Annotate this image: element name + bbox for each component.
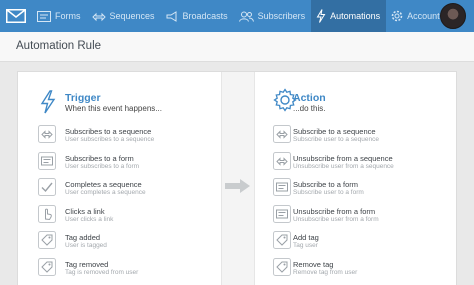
action-header: Action ...do this. bbox=[273, 72, 453, 118]
action-option-add-tag[interactable]: Add tag Tag user bbox=[273, 228, 453, 255]
option-title: Completes a sequence bbox=[65, 180, 142, 189]
trigger-option-subscribes-sequence[interactable]: Subscribes to a sequence User subscribes… bbox=[38, 122, 218, 149]
pointer-icon bbox=[38, 204, 56, 223]
subscribers-icon bbox=[238, 11, 254, 22]
page-title: Automation Rule bbox=[16, 40, 102, 52]
option-title: Tag removed bbox=[65, 259, 109, 269]
nav-automations[interactable]: Automations bbox=[311, 0, 387, 32]
avatar[interactable] bbox=[440, 3, 466, 29]
action-option-remove-tag[interactable]: Remove tag Remove tag from user bbox=[273, 255, 453, 282]
broadcasts-icon bbox=[166, 10, 177, 22]
option-title: Subscribe to a sequence bbox=[293, 127, 376, 136]
nav-account[interactable]: Account bbox=[386, 0, 446, 32]
tag-icon bbox=[273, 231, 291, 249]
action-option-subscribe-sequence[interactable]: Subscribe to a sequence Subscribe user t… bbox=[273, 122, 453, 149]
tag-icon bbox=[38, 257, 56, 276]
trigger-title: Trigger bbox=[65, 92, 101, 104]
action-option-unsubscribe-form[interactable]: Unsubscribe from a form Unsubscribe user… bbox=[273, 202, 453, 229]
action-title: Action bbox=[293, 92, 326, 104]
option-title: Unsubscribe from a sequence bbox=[293, 153, 393, 163]
action-option-unsubscribe-sequence[interactable]: Unsubscribe from a sequence Unsubscribe … bbox=[273, 149, 453, 176]
action-option-subscribe-form[interactable]: Subscribe to a form Subscribe user to a … bbox=[273, 175, 453, 202]
option-description: Tag is removed from user bbox=[65, 268, 139, 276]
form-icon bbox=[273, 204, 291, 223]
trigger-option-clicks-link[interactable]: Clicks a link User clicks a link bbox=[38, 202, 218, 229]
option-title: Remove tag bbox=[293, 259, 334, 269]
option-title: Add tag bbox=[293, 233, 319, 242]
nav-sequences-label: Sequences bbox=[109, 11, 155, 21]
top-nav: Forms Sequences Broadcasts Subscribers A… bbox=[0, 0, 474, 32]
option-description: Tag user bbox=[293, 242, 318, 249]
nav-broadcasts-label: Broadcasts bbox=[182, 11, 228, 21]
trigger-subtitle: When this event happens... bbox=[65, 104, 162, 113]
sequence-icon bbox=[273, 151, 291, 170]
nav-subscribers-label: Subscribers bbox=[257, 11, 306, 21]
nav-account-label: Account bbox=[407, 11, 440, 21]
right-arrow-icon bbox=[225, 179, 250, 193]
nav-forms[interactable]: Forms bbox=[32, 0, 87, 32]
trigger-header: Trigger When this event happens... bbox=[38, 72, 218, 118]
trigger-option-tag-removed[interactable]: Tag removed Tag is removed from user bbox=[38, 255, 218, 282]
sequences-icon bbox=[91, 12, 106, 21]
form-icon bbox=[38, 151, 56, 170]
envelope-logo-icon bbox=[6, 9, 26, 23]
option-description: User subscribes to a sequence bbox=[65, 136, 155, 143]
option-description: Unsubscribe user from a form bbox=[293, 215, 379, 223]
tag-icon bbox=[38, 231, 56, 249]
option-description: Subscribe user to a sequence bbox=[293, 136, 379, 143]
automation-panel: Trigger When this event happens... Subsc… bbox=[17, 71, 457, 285]
nav-automations-label: Automations bbox=[330, 11, 381, 21]
option-description: Remove tag from user bbox=[293, 268, 358, 276]
tag-icon bbox=[273, 257, 291, 276]
option-description: User completes a sequence bbox=[65, 189, 146, 196]
action-subtitle: ...do this. bbox=[293, 104, 326, 113]
nav-broadcasts[interactable]: Broadcasts bbox=[161, 0, 234, 32]
nav-subscribers[interactable]: Subscribers bbox=[234, 0, 312, 32]
lightning-icon bbox=[40, 90, 56, 114]
page-header: Automation Rule bbox=[0, 32, 474, 62]
option-title: Unsubscribe from a form bbox=[293, 206, 376, 216]
trigger-option-completes-sequence[interactable]: Completes a sequence User completes a se… bbox=[38, 175, 218, 202]
option-title: Clicks a link bbox=[65, 206, 105, 216]
nav-sequences[interactable]: Sequences bbox=[87, 0, 161, 32]
nav-forms-label: Forms bbox=[55, 11, 81, 21]
option-description: User is tagged bbox=[65, 242, 107, 249]
action-column: Action ...do this. Subscribe to a sequen… bbox=[273, 72, 453, 281]
trigger-option-tag-added[interactable]: Tag added User is tagged bbox=[38, 228, 218, 255]
option-title: Subscribes to a form bbox=[65, 153, 134, 163]
forms-icon bbox=[37, 10, 51, 22]
check-icon bbox=[38, 178, 56, 196]
option-description: Subscribe user to a form bbox=[293, 189, 364, 196]
sequence-icon bbox=[38, 125, 56, 143]
option-title: Subscribes to a sequence bbox=[65, 127, 152, 136]
option-description: User subscribes to a form bbox=[65, 162, 140, 170]
gear-icon bbox=[391, 10, 403, 22]
option-title: Subscribe to a form bbox=[293, 180, 359, 189]
option-title: Tag added bbox=[65, 233, 101, 242]
option-description: User clicks a link bbox=[65, 215, 114, 223]
automations-icon bbox=[316, 9, 326, 23]
option-description: Unsubscribe user from a sequence bbox=[293, 162, 394, 170]
form-icon bbox=[273, 178, 291, 196]
sequence-icon bbox=[273, 125, 291, 143]
logo[interactable] bbox=[0, 0, 32, 32]
trigger-option-subscribes-form[interactable]: Subscribes to a form User subscribes to … bbox=[38, 149, 218, 176]
trigger-column: Trigger When this event happens... Subsc… bbox=[38, 72, 218, 281]
